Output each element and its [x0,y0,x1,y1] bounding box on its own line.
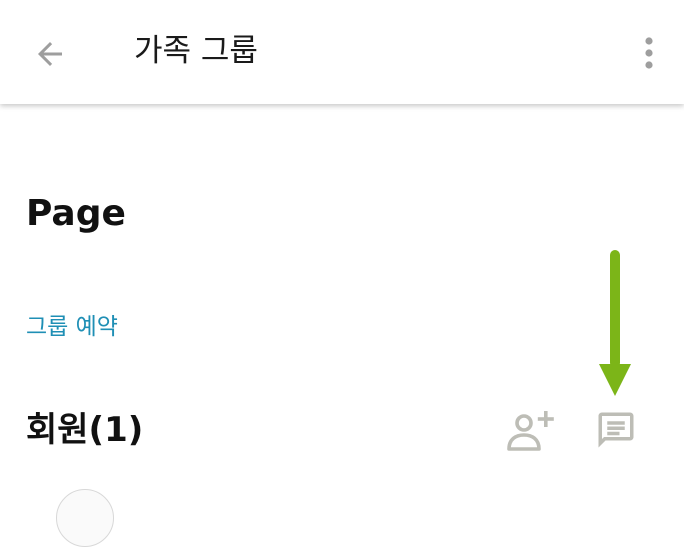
members-heading: 회원(1) [26,410,144,450]
app-bar-title: 가족 그룹 [134,33,258,69]
more-options-button[interactable] [626,30,672,76]
app-bar: 가족 그룹 [0,0,684,104]
back-button[interactable] [24,28,76,80]
arrow-left-icon [38,42,62,66]
chat-message-icon [598,412,634,448]
person-add-icon [507,411,554,451]
annotation-arrow-down-icon [599,250,631,396]
page-title: Page [26,193,126,234]
add-member-button[interactable] [500,404,562,456]
message-button[interactable] [588,404,644,456]
more-vertical-icon [645,37,653,69]
member-avatar[interactable] [56,489,114,547]
group-reserve-link[interactable]: 그룹 예약 [26,311,118,343]
